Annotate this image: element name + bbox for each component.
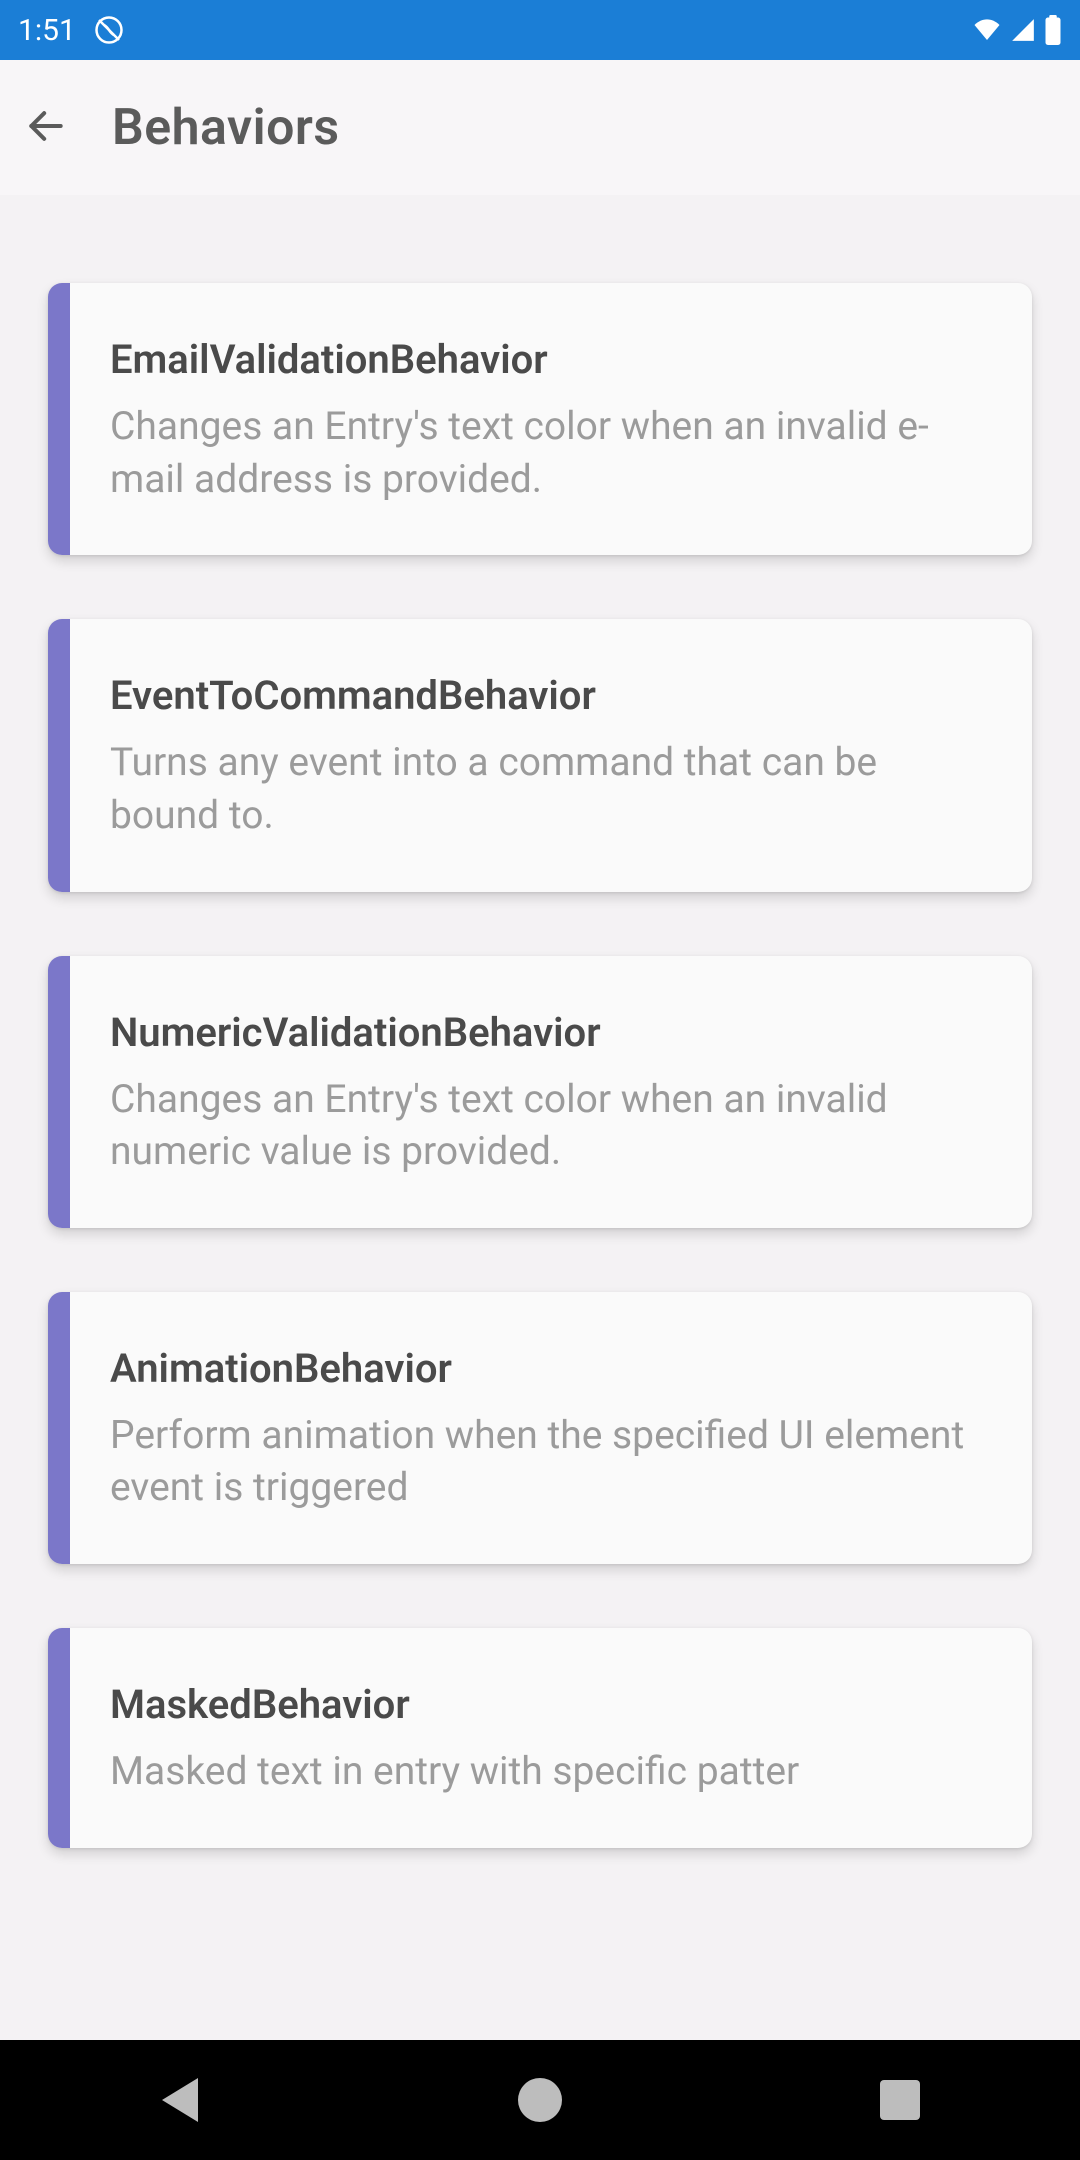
card-description: Turns any event into a command that can … (110, 736, 992, 841)
card-accent-bar (48, 1628, 70, 1848)
system-recent-button[interactable] (860, 2060, 940, 2140)
behavior-card-email-validation[interactable]: EmailValidationBehavior Changes an Entry… (48, 283, 1032, 555)
status-time: 1:51 (18, 13, 76, 48)
card-description: Changes an Entry's text color when an in… (110, 1073, 992, 1178)
card-accent-bar (48, 283, 70, 555)
content-area: EmailValidationBehavior Changes an Entry… (0, 195, 1080, 2040)
card-title: NumericValidationBehavior (110, 1011, 992, 1055)
app-bar: Behaviors (0, 60, 1080, 195)
page-title: Behaviors (112, 99, 340, 157)
square-recent-icon (880, 2080, 920, 2120)
system-back-button[interactable] (140, 2060, 220, 2140)
card-description: Perform animation when the specified UI … (110, 1409, 992, 1514)
battery-icon (1044, 15, 1062, 45)
cell-signal-icon (1010, 17, 1036, 43)
behavior-card-numeric-validation[interactable]: NumericValidationBehavior Changes an Ent… (48, 956, 1032, 1228)
arrow-left-icon (24, 104, 68, 151)
back-button[interactable] (20, 102, 72, 154)
card-title: EmailValidationBehavior (110, 338, 992, 382)
system-home-button[interactable] (500, 2060, 580, 2140)
card-accent-bar (48, 956, 70, 1228)
circle-home-icon (518, 2078, 562, 2122)
behavior-card-event-to-command[interactable]: EventToCommandBehavior Turns any event i… (48, 619, 1032, 891)
system-nav-bar (0, 2040, 1080, 2160)
card-accent-bar (48, 619, 70, 891)
app-notification-icon (94, 15, 124, 45)
behavior-card-animation[interactable]: AnimationBehavior Perform animation when… (48, 1292, 1032, 1564)
card-description: Masked text in entry with specific patte… (110, 1745, 799, 1798)
card-title: AnimationBehavior (110, 1347, 992, 1391)
triangle-back-icon (162, 2078, 198, 2122)
card-title: EventToCommandBehavior (110, 674, 992, 718)
card-accent-bar (48, 1292, 70, 1564)
behavior-card-masked[interactable]: MaskedBehavior Masked text in entry with… (48, 1628, 1032, 1848)
card-description: Changes an Entry's text color when an in… (110, 400, 992, 505)
card-title: MaskedBehavior (110, 1683, 799, 1727)
wifi-icon (972, 15, 1002, 45)
status-bar: 1:51 (0, 0, 1080, 60)
